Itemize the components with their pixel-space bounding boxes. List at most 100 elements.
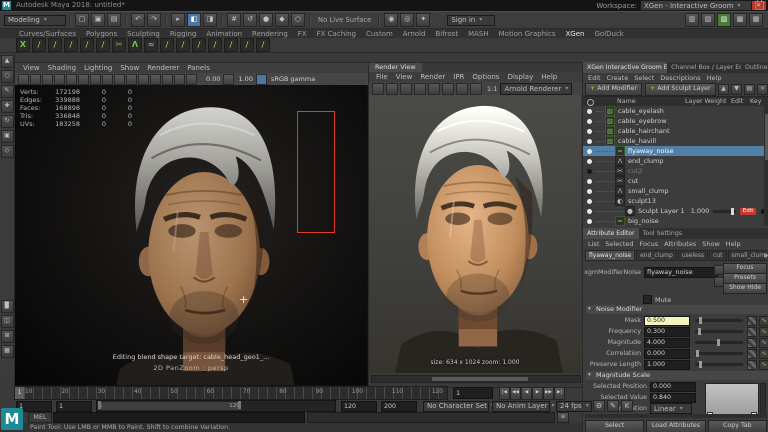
- zoom-1-1-button[interactable]: 1:1: [487, 85, 497, 93]
- playback-button[interactable]: ◀: [521, 386, 532, 400]
- render-view-scrollbar[interactable]: [371, 375, 581, 383]
- attribute-value-field[interactable]: 0.300: [644, 326, 690, 337]
- attribute-value-field[interactable]: 0.840: [650, 392, 696, 403]
- layer-action-icon[interactable]: ▼: [731, 83, 742, 95]
- toolbox-tool-icon[interactable]: ✚: [0, 100, 14, 113]
- shelf-tool-icon[interactable]: ∕: [96, 38, 110, 52]
- attribute-value-field[interactable]: 0.500: [644, 315, 690, 326]
- sign-in-dropdown[interactable]: Sign in: [447, 14, 496, 26]
- layer-visibility-toggle[interactable]: [587, 118, 592, 124]
- layout-preset-icon[interactable]: ▉: [0, 300, 14, 313]
- anim-option-icon[interactable]: ⚙: [593, 400, 605, 412]
- layer-visibility-toggle[interactable]: [587, 148, 592, 154]
- shelf-tool-icon[interactable]: ∕: [240, 38, 254, 52]
- layer-visibility-toggle[interactable]: [587, 218, 592, 224]
- gamma-value[interactable]: 1.00: [238, 75, 252, 83]
- interpolation-dropdown[interactable]: Linear: [650, 403, 692, 414]
- toolbox-tool-icon[interactable]: ✎: [0, 85, 14, 98]
- dock-tab[interactable]: Outliner: [741, 62, 768, 73]
- render-view-toolbar-icon[interactable]: [414, 82, 426, 95]
- add-modifier-button[interactable]: + Add Modifier: [585, 82, 642, 96]
- mute-checkbox[interactable]: [643, 295, 652, 304]
- groom-layer-row[interactable]: ✂ cut: [583, 176, 764, 186]
- dock-tab[interactable]: Tool Settings: [639, 228, 686, 239]
- viewport-menu-item[interactable]: Show: [116, 64, 143, 72]
- render-view-tab[interactable]: Render View: [369, 63, 422, 72]
- snap-icon[interactable]: ↺: [243, 13, 257, 27]
- selection-mode-icon[interactable]: ▸: [171, 13, 185, 27]
- menu-set-dropdown[interactable]: Modeling: [4, 14, 66, 26]
- viewport-toolbar-icon[interactable]: [30, 73, 41, 85]
- perspective-viewport[interactable]: View Shading Lighting Show Renderer Panels 0.…: [14, 62, 375, 388]
- attribute-editor-menu-item[interactable]: Selected: [602, 240, 636, 248]
- current-frame-field[interactable]: 1: [453, 387, 493, 399]
- viewport-toolbar-icon[interactable]: [42, 73, 53, 85]
- attribute-editor-footer-button[interactable]: Select: [585, 420, 645, 432]
- attribute-editor-menu-item[interactable]: List: [585, 240, 602, 248]
- fps-dropdown[interactable]: 24 fps: [556, 400, 592, 412]
- selection-mode-icon[interactable]: ◨: [203, 13, 217, 27]
- playback-button[interactable]: ▶▶: [543, 386, 554, 400]
- snap-icon[interactable]: #: [227, 13, 241, 27]
- show-hide-button[interactable]: Show Hide: [723, 283, 767, 294]
- attribute-editor-footer-button[interactable]: Load Attributes: [646, 420, 706, 432]
- viewport-toolbar-icon[interactable]: [66, 73, 77, 85]
- attribute-slider[interactable]: [695, 361, 743, 368]
- groom-editor-menu-item[interactable]: Descriptions: [657, 74, 703, 82]
- shelf-tab[interactable]: GolDuck: [589, 30, 628, 38]
- file-icon[interactable]: ▢: [75, 13, 89, 27]
- curve-ramp-icon[interactable]: ∿: [759, 337, 768, 348]
- workspace-dropdown[interactable]: XGen - Interactive Groom: [640, 0, 752, 11]
- viewport-toolbar-icon[interactable]: [126, 73, 137, 85]
- groom-layer-row[interactable]: ● Sculpt Layer 1 1.000 Edit: [583, 206, 764, 216]
- node-tab[interactable]: cut: [709, 250, 727, 261]
- render-view-menu-item[interactable]: Options: [468, 73, 503, 81]
- render-view-menu-item[interactable]: Render: [416, 73, 449, 81]
- shelf-tool-icon[interactable]: X: [16, 38, 30, 52]
- viewport-toolbar-icon[interactable]: [162, 73, 173, 85]
- curve-ramp-icon[interactable]: ∿: [759, 348, 768, 359]
- shelf-tab[interactable]: Sculpting: [122, 30, 165, 38]
- node-tabs-overflow-icon[interactable]: ▶: [764, 252, 768, 259]
- panel-toggle-icon[interactable]: ▧: [701, 13, 715, 27]
- viewport-toolbar-icon[interactable]: [174, 73, 185, 85]
- curve-ramp-icon[interactable]: ∿: [759, 326, 768, 337]
- render-view-toolbar-icon[interactable]: [372, 82, 384, 95]
- history-icon[interactable]: ↶: [131, 13, 145, 27]
- attribute-editor-footer-button[interactable]: Copy Tab: [707, 420, 767, 432]
- file-icon[interactable]: ▣: [91, 13, 105, 27]
- render-view-menu-item[interactable]: IPR: [449, 73, 468, 81]
- shelf-tab[interactable]: Motion Graphics: [494, 30, 561, 38]
- anim-option-icon[interactable]: ✎: [607, 400, 619, 412]
- shelf-tab[interactable]: Rigging: [165, 30, 202, 38]
- toolbox-tool-icon[interactable]: ○: [0, 70, 14, 83]
- shelf-tool-icon[interactable]: ∕: [80, 38, 94, 52]
- anim-option-icon[interactable]: K: [621, 400, 633, 412]
- groom-layer-row[interactable]: ◐ sculpt13: [583, 196, 764, 206]
- groom-layer-row[interactable]: ≈ big_noise: [583, 216, 764, 226]
- command-language-toggle[interactable]: MEL: [28, 412, 52, 423]
- node-tab[interactable]: useless: [677, 250, 709, 261]
- shelf-tool-icon[interactable]: ∕: [48, 38, 62, 52]
- character-set-dropdown[interactable]: No Character Set: [423, 400, 489, 412]
- add-sculpt-layer-button[interactable]: + Add Sculpt Layer: [644, 82, 716, 96]
- layer-visibility-toggle[interactable]: [587, 128, 592, 134]
- layer-visibility-toggle[interactable]: [587, 138, 592, 144]
- layer-visibility-toggle[interactable]: [587, 178, 592, 184]
- playback-button[interactable]: ◀◀: [510, 386, 521, 400]
- layer-visibility-toggle[interactable]: [587, 198, 592, 204]
- colorspace-label[interactable]: sRGB gamma: [271, 75, 315, 83]
- viewport-menu-item[interactable]: Shading: [44, 64, 80, 72]
- layer-weight-value[interactable]: 1.000: [691, 207, 710, 215]
- viewport-toolbar-icon[interactable]: [90, 73, 101, 85]
- node-name-field[interactable]: flyaway_noise: [644, 267, 718, 278]
- gamma-icon[interactable]: [255, 73, 267, 85]
- render-view-menu-item[interactable]: Help: [537, 73, 561, 81]
- layer-action-icon[interactable]: ×: [757, 83, 768, 95]
- viewport-menu-item[interactable]: Lighting: [80, 64, 116, 72]
- playback-button[interactable]: ▶: [532, 386, 543, 400]
- panel-toggle-icon[interactable]: ▦: [749, 13, 763, 27]
- layer-visibility-toggle[interactable]: [587, 208, 592, 214]
- groom-editor-menu-item[interactable]: Edit: [585, 74, 604, 82]
- node-tab[interactable]: end_clump: [636, 250, 677, 261]
